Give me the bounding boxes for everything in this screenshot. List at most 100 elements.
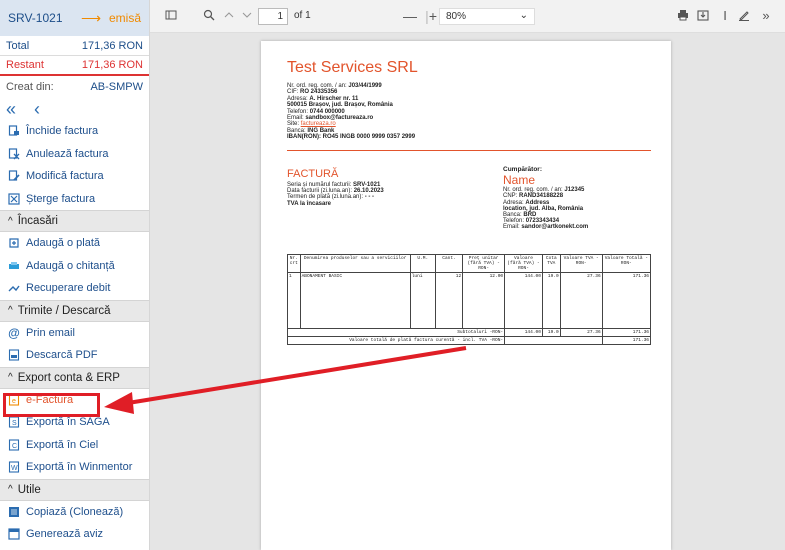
section-trimite-title: Trimite / Descarcă <box>17 304 111 317</box>
export-winmentor-button[interactable]: W Exportă în Winmentor <box>0 456 149 479</box>
vat-note: TVA la încasare <box>287 200 332 207</box>
email-icon: @ <box>8 325 20 340</box>
text-cursor-icon[interactable]: I <box>718 9 732 23</box>
address-line-2: 500015 Brașov, jud. Brașov, România <box>287 102 393 109</box>
reg-value: J03/44/1999 <box>348 83 382 89</box>
add-payment-label: Adaugă o plată <box>26 237 101 250</box>
row-qty: 12 <box>434 272 464 329</box>
copy-icon <box>8 506 20 518</box>
subtotal-vat: 27.36 <box>559 328 603 337</box>
file-edit-icon <box>8 170 20 182</box>
address-value: A. Hirscher nr. 11 <box>309 95 359 102</box>
section-export-title: Export conta & ERP <box>17 371 120 384</box>
svg-text:C: C <box>12 443 17 450</box>
edit-invoice-button[interactable]: Modifică factura <box>0 165 149 188</box>
term-label: Termen de plată (zi.luna.an): <box>287 194 364 201</box>
download-icon[interactable] <box>696 9 710 23</box>
buyer-reg-value: J12345 <box>564 187 585 194</box>
section-incasari-title: Încasări <box>17 215 58 227</box>
section-trimite[interactable]: ^ Trimite / Descarcă <box>0 299 149 322</box>
col-um: U.M. <box>409 254 436 273</box>
chevron-up-icon: ^ <box>8 305 13 316</box>
generate-aviz-label: Generează aviz <box>26 528 104 541</box>
first-invoice-icon[interactable]: « <box>6 100 16 118</box>
grand-total-spacer <box>504 336 603 345</box>
delete-invoice-button[interactable]: Șterge factura <box>0 188 149 211</box>
download-pdf-label: Descarcă PDF <box>26 349 98 362</box>
zoom-select[interactable]: 80% ⌄ <box>439 8 535 25</box>
chevron-up-icon: ^ <box>8 484 13 495</box>
zoom-in-icon[interactable]: + <box>426 9 440 23</box>
restant-value: 171,36 RON <box>81 59 143 71</box>
svg-text:W: W <box>11 465 18 472</box>
company-name: Test Services SRL <box>287 59 418 76</box>
export-ciel-button[interactable]: C Exportă în Ciel <box>0 434 149 457</box>
subtotal-total: 171.36 <box>601 328 652 337</box>
subtotal-vat-rate: 19.0 <box>541 328 561 337</box>
bank-label: Banca: <box>287 127 308 134</box>
svg-text:S: S <box>12 420 17 427</box>
row-name: ABONAMENT BASIC <box>299 272 411 329</box>
add-receipt-button[interactable]: Adaugă o chitanță <box>0 255 149 278</box>
previous-invoice-icon[interactable]: ‹ <box>34 100 40 118</box>
section-utile[interactable]: ^ Utile <box>0 478 149 501</box>
grand-total-value: 171.36 <box>601 336 652 345</box>
created-from-row: Creat din: AB-SMPW <box>0 76 149 98</box>
generate-aviz-button[interactable]: Generează aviz <box>0 523 149 546</box>
pdf-viewer[interactable]: Test Services SRL Nr. ord. reg. com. / a… <box>150 33 785 550</box>
restant-row: Restant 171,36 RON <box>0 56 149 76</box>
download-pdf-button[interactable]: Descarcă PDF <box>0 344 149 367</box>
row-total: 171.36 <box>601 272 652 329</box>
previous-page-icon[interactable] <box>222 9 236 23</box>
company-details: Nr. ord. reg. com. / an: J03/44/1999 CIF… <box>287 83 415 141</box>
page-number-input[interactable]: 1 <box>258 8 288 25</box>
invoice-number[interactable]: SRV-1021 <box>8 11 77 25</box>
created-from-link[interactable]: AB-SMPW <box>90 81 143 93</box>
table-header-row: Nr. crt Denumirea produselor sau a servi… <box>287 254 652 273</box>
debt-recovery-button[interactable]: Recuperare debit <box>0 277 149 300</box>
clone-invoice-label: Copiază (Clonează) <box>26 505 124 518</box>
send-email-label: Prin email <box>26 326 75 339</box>
draw-icon[interactable] <box>737 9 751 23</box>
subtotal-row: Subtotaluri -RON- 144.00 19.0 27.36 171.… <box>286 328 652 337</box>
buyer-bank-value: BRD <box>523 212 537 219</box>
export-ciel-label: Exportă în Ciel <box>26 438 99 451</box>
row-value: 144.00 <box>504 272 543 329</box>
ciel-icon: C <box>8 439 20 451</box>
col-qty: Cant. <box>434 254 464 273</box>
chevron-down-icon: ⌄ <box>519 10 528 21</box>
buyer-phone-value: 0723343434 <box>525 218 560 225</box>
section-incasari[interactable]: ^ Încasări <box>0 210 149 232</box>
more-tools-icon[interactable]: » <box>759 9 773 23</box>
zoom-out-icon[interactable]: — <box>403 9 417 23</box>
print-icon[interactable] <box>676 9 690 23</box>
address-label: Adresa: <box>287 95 310 102</box>
phone-value: 0744 000000 <box>309 108 345 115</box>
next-page-icon[interactable] <box>240 9 254 23</box>
send-email-button[interactable]: @ Prin email <box>0 322 149 345</box>
add-payment-button[interactable]: Adaugă o plată <box>0 232 149 255</box>
col-name: Denumirea produselor sau a serviciilor <box>299 254 411 273</box>
cif-value: RO 24335356 <box>300 89 338 96</box>
row-unit-price: 12.00 <box>462 272 506 329</box>
grand-total-row: Valoare totală de plată factura curentă … <box>286 336 652 345</box>
close-invoice-button[interactable]: Închide factura <box>0 120 149 143</box>
section-export[interactable]: ^ Export conta & ERP <box>0 366 149 389</box>
search-icon[interactable] <box>202 9 216 23</box>
date-value: 26.10.2023 <box>353 188 384 195</box>
email-value: sandbox@factureaza.ro <box>305 115 374 122</box>
row-um: luni <box>409 272 436 329</box>
invoice-title: FACTURĂ <box>287 168 339 180</box>
clone-invoice-button[interactable]: Copiază (Clonează) <box>0 501 149 524</box>
row-vat-rate: 19.0 <box>541 272 561 329</box>
document-icon <box>8 528 20 540</box>
term-value: - - - <box>364 194 375 201</box>
sidebar-toggle-icon[interactable] <box>164 9 178 23</box>
invoice-status: emisă <box>108 11 141 25</box>
buyer-phone-label: Telefon: <box>503 218 526 225</box>
cif-label: CIF: <box>287 89 300 96</box>
cancel-invoice-button[interactable]: Anulează factura <box>0 143 149 166</box>
site-link[interactable]: factureaza.ro <box>301 121 336 127</box>
col-nr: Nr. crt <box>287 254 301 273</box>
chevron-up-icon: ^ <box>8 215 13 227</box>
